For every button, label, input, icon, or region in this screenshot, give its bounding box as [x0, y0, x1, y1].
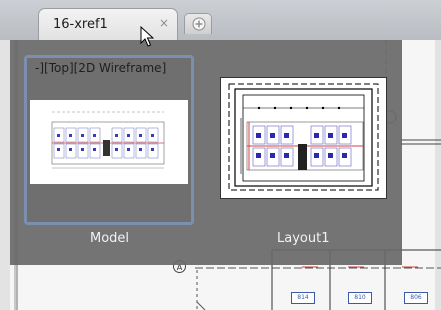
room-tag: 810: [348, 292, 372, 304]
close-icon[interactable]: ×: [157, 16, 171, 30]
new-tab-button[interactable]: [184, 13, 212, 34]
model-preview-image: [30, 100, 188, 184]
file-tab-bar: 16-xref1 ×: [0, 0, 441, 40]
room-tag: 814: [291, 292, 315, 304]
room-tag: 806: [404, 292, 428, 304]
mouse-pointer-icon: [140, 25, 155, 52]
file-tab-title: 16-xref1: [53, 17, 108, 32]
layout-thumbnail[interactable]: [220, 77, 387, 199]
room-tag-label: 806: [410, 294, 422, 301]
viewport-label: -][Top][2D Wireframe]: [35, 61, 167, 75]
layout-caption: Layout1: [277, 231, 330, 246]
room-tag-label: 814: [297, 294, 309, 301]
model-floorplan: [51, 111, 165, 169]
file-tab[interactable]: 16-xref1 ×: [38, 8, 178, 40]
room-tag-label: 810: [354, 294, 366, 301]
tab-preview-flyout: -][Top][2D Wireframe] Model Layout1: [10, 40, 402, 265]
new-tab-icon: [192, 17, 206, 31]
layout-sheet: [228, 83, 379, 191]
model-thumbnail[interactable]: -][Top][2D Wireframe]: [24, 55, 194, 225]
model-caption: Model: [90, 231, 130, 246]
